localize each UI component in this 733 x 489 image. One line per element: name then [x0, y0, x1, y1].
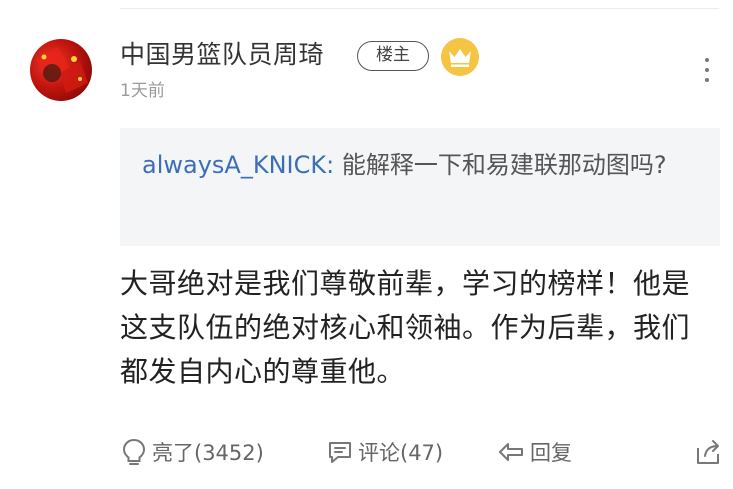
reply-label: 回复 [530, 441, 572, 465]
quoted-comment[interactable]: alwaysA_KNICK: 能解释一下和易建联那动图吗? [120, 128, 720, 246]
post-content: 大哥绝对是我们尊敬前辈，学习的榜样！他是这支队伍的绝对核心和领袖。作为后辈，我们… [120, 267, 691, 388]
lightbulb-icon [122, 438, 146, 465]
avatar[interactable] [30, 39, 92, 101]
comment-count-label: 评论(47) [358, 441, 444, 465]
op-badge: 楼主 [357, 41, 429, 71]
reply-arrow-icon [499, 443, 523, 461]
quote-author[interactable]: alwaysA_KNICK: [142, 151, 334, 179]
like-count-label: 亮了(3452) [152, 441, 264, 465]
top-divider [120, 8, 719, 9]
share-icon[interactable] [692, 436, 724, 468]
reply-button[interactable]: 回复 [496, 434, 572, 470]
quote-text: 能解释一下和易建联那动图吗? [341, 151, 667, 179]
action-bar: 亮了(3452) 评论(47) 回复 [120, 434, 730, 470]
like-button[interactable]: 亮了(3452) [120, 434, 264, 470]
more-options-icon[interactable] [698, 56, 716, 84]
author-name[interactable]: 中国男篮队员周琦 [120, 38, 324, 72]
post-time: 1天前 [120, 81, 165, 101]
comment-button[interactable]: 评论(47) [326, 434, 443, 470]
avatar-image [36, 47, 88, 93]
comment-icon [329, 442, 351, 463]
crown-icon [441, 38, 479, 76]
